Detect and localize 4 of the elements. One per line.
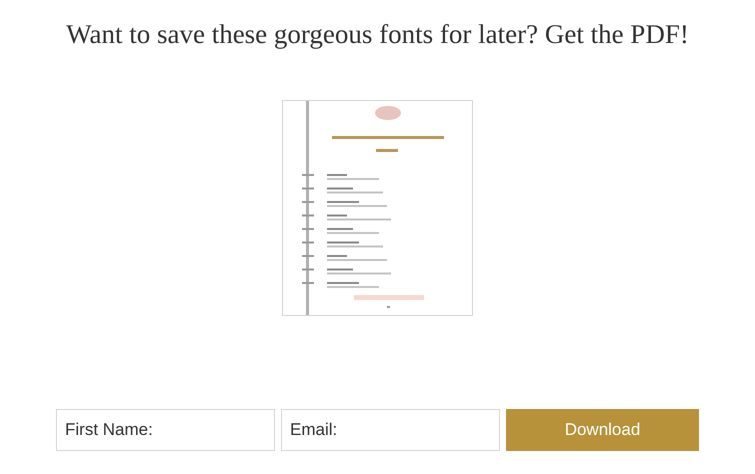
- input-field[interactable]: First Name:: [56, 409, 275, 451]
- download-button[interactable]: Download: [506, 409, 699, 451]
- input-field[interactable]: Email:: [281, 409, 500, 451]
- heading: Want to save these gorgeous fonts for later? Get the PDF!: [66, 18, 689, 51]
